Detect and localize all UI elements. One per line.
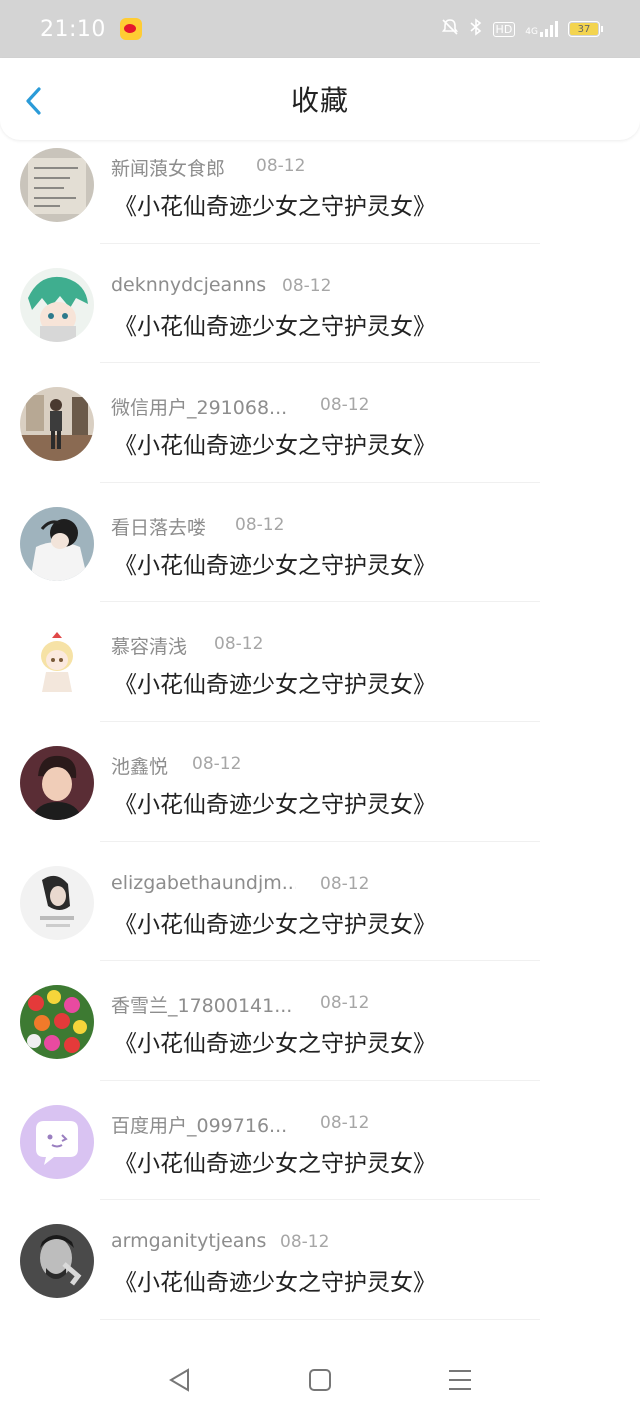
item-username: 池鑫悦 [111, 755, 169, 778]
item-title[interactable]: 《小花仙奇迹少女之守护灵女》 [114, 785, 436, 819]
item-date: 08-12 [320, 1112, 370, 1133]
hd-icon: HD [492, 21, 516, 37]
list-item[interactable]: 百度用户_099716... 08-12 《小花仙奇迹少女之守护灵女》 [0, 1097, 640, 1217]
item-title[interactable]: 《小花仙奇迹少女之守护灵女》 [114, 426, 436, 460]
avatar[interactable] [20, 148, 94, 222]
status-icons: HD 4G 37 [441, 18, 603, 40]
avatar[interactable] [20, 626, 94, 701]
divider [100, 1079, 540, 1081]
avatar[interactable] [20, 1104, 94, 1179]
menu-lines-icon[interactable] [440, 1360, 480, 1400]
list-item[interactable]: deknnydcjeanns 08-12 《小花仙奇迹少女之守护灵女》 [0, 260, 640, 380]
item-date: 08-12 [282, 275, 332, 296]
avatar[interactable] [20, 865, 94, 940]
list-item[interactable]: armganitytjeans 08-12 《小花仙奇迹少女之守护灵女》 [0, 1216, 640, 1336]
divider [100, 960, 540, 962]
4g-signal-icon: 4G [525, 21, 558, 37]
avatar[interactable] [20, 985, 94, 1060]
item-username: armganitytjeans [111, 1230, 267, 1253]
chevron-left-icon[interactable] [22, 86, 46, 116]
avatar[interactable] [20, 745, 94, 820]
list-item[interactable]: 香雪兰_17800141... 08-12 《小花仙奇迹少女之守护灵女》 [0, 977, 640, 1097]
item-title[interactable]: 《小花仙奇迹少女之守护灵女》 [114, 1144, 436, 1178]
divider [100, 840, 540, 842]
item-date: 08-12 [280, 1232, 330, 1253]
page-header: 收藏 [0, 58, 640, 140]
status-bar: 21:10 HD 4G 37 [0, 0, 640, 58]
divider [100, 1318, 540, 1320]
list-item[interactable]: 微信用户_291068... 08-12 《小花仙奇迹少女之守护灵女》 [0, 379, 640, 499]
item-title[interactable]: 《小花仙奇迹少女之守护灵女》 [114, 307, 436, 341]
item-title[interactable]: 《小花仙奇迹少女之守护灵女》 [114, 665, 436, 699]
system-nav-bar [0, 1338, 640, 1422]
item-username: 百度用户_099716... [111, 1114, 288, 1137]
item-date: 08-12 [192, 753, 242, 774]
bluetooth-icon [469, 18, 483, 40]
favorites-list: 新闻蒗女食郎 08-12 《小花仙奇迹少女之守护灵女》 deknnydcjean… [0, 140, 640, 1336]
battery-icon: 37 [568, 21, 603, 37]
avatar[interactable] [20, 506, 94, 581]
item-title[interactable]: 《小花仙奇迹少女之守护灵女》 [114, 905, 436, 939]
list-item[interactable]: 慕容清浅 08-12 《小花仙奇迹少女之守护灵女》 [0, 618, 640, 738]
avatar[interactable] [20, 387, 94, 462]
divider [100, 242, 540, 244]
item-username: 看日落去喽 [111, 516, 207, 539]
network-label: 4G [525, 27, 538, 37]
list-item[interactable]: elizgabethaundjm... 08-12 《小花仙奇迹少女之守护灵女》 [0, 858, 640, 978]
back-triangle-icon[interactable] [160, 1360, 200, 1400]
weibo-icon [119, 18, 142, 40]
item-date: 08-12 [256, 156, 306, 176]
divider [100, 720, 540, 722]
divider [100, 362, 540, 364]
battery-level: 37 [577, 23, 591, 35]
mute-bell-icon [441, 18, 459, 40]
list-item[interactable]: 看日落去喽 08-12 《小花仙奇迹少女之守护灵女》 [0, 499, 640, 619]
item-date: 08-12 [320, 395, 370, 416]
item-date: 08-12 [235, 514, 285, 535]
item-username: 慕容清浅 [111, 636, 188, 659]
list-item[interactable]: 池鑫悦 08-12 《小花仙奇迹少女之守护灵女》 [0, 738, 640, 858]
divider [100, 1199, 540, 1201]
item-date: 08-12 [320, 873, 370, 894]
item-username: 微信用户_291068... [111, 397, 288, 420]
item-title[interactable]: 《小花仙奇迹少女之守护灵女》 [114, 187, 436, 221]
divider [100, 481, 540, 483]
page-title: 收藏 [290, 84, 349, 117]
item-username: deknnydcjeanns [111, 273, 267, 296]
home-square-icon[interactable] [300, 1360, 340, 1400]
item-title[interactable]: 《小花仙奇迹少女之守护灵女》 [114, 546, 436, 580]
divider [100, 601, 540, 603]
item-date: 08-12 [320, 993, 370, 1014]
list-item[interactable]: 新闻蒗女食郎 08-12 《小花仙奇迹少女之守护灵女》 [0, 140, 640, 260]
item-title[interactable]: 《小花仙奇迹少女之守护灵女》 [114, 1263, 436, 1297]
item-username: elizgabethaundjm... [111, 871, 296, 894]
item-title[interactable]: 《小花仙奇迹少女之守护灵女》 [114, 1024, 436, 1058]
item-username: 香雪兰_17800141... [111, 995, 293, 1018]
avatar[interactable] [20, 1224, 94, 1299]
status-time: 21:10 [40, 16, 106, 42]
item-username: 新闻蒗女食郎 [111, 158, 226, 180]
avatar[interactable] [20, 267, 94, 342]
item-date: 08-12 [214, 634, 264, 655]
